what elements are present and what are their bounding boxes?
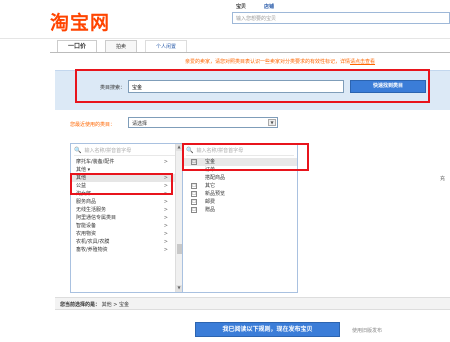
selected-category-bar: 您当前选择的是： 其他 > 宝金: [55, 297, 450, 310]
list-item[interactable]: ☐ 新品预览: [183, 190, 297, 198]
header-divider: [0, 38, 450, 39]
list-item[interactable]: 无线生活服务 >: [71, 206, 182, 214]
chevron-right-icon: >: [163, 207, 168, 213]
chevron-down-icon[interactable]: ▼: [268, 119, 276, 126]
recent-select-value: 请选择: [132, 121, 148, 127]
item-label: 阿里通信专属类目: [76, 215, 117, 221]
old-version-link[interactable]: 使用旧版发布: [352, 327, 382, 334]
selected-path-label: 您当前选择的是：: [60, 302, 101, 308]
scroll-down-icon[interactable]: ▼: [176, 285, 182, 292]
selected-path-value: 其他 > 宝金: [101, 302, 129, 308]
level1-search[interactable]: 🔍 输入名称/拼音首字母: [74, 146, 179, 156]
taobao-logo[interactable]: 淘宝网: [50, 8, 110, 35]
list-item[interactable]: 搭配商品: [183, 174, 297, 182]
chevron-right-icon: >: [163, 215, 168, 221]
tab-auction[interactable]: 拍卖: [105, 40, 138, 52]
list-item[interactable]: 智能设备 >: [71, 222, 182, 230]
search-tab-shops[interactable]: 店铺: [260, 3, 278, 10]
notice-link[interactable]: 请点击查看: [350, 59, 375, 65]
item-label: 智能设备: [76, 223, 97, 229]
search-type-tabs: 宝贝 店铺: [232, 3, 278, 10]
leaf-category-icon: ☐: [191, 183, 197, 189]
scroll-thumb[interactable]: [177, 244, 182, 254]
notice-text: 亲爱的卖家，请您对照类目表认识一些卖家对分类要求的有效性标记，详情: [185, 59, 351, 65]
list-item[interactable]: ☐ 邮费: [183, 198, 297, 206]
category-search-label: 类目搜索：: [100, 85, 126, 91]
level1-highlight-box: [70, 173, 173, 195]
list-item[interactable]: 摩托车/装备/配件 >: [71, 158, 182, 166]
tab-fixed-price[interactable]: 一口价: [57, 40, 98, 52]
chevron-right-icon: >: [163, 231, 168, 237]
list-item[interactable]: 畜牧/养殖物资 >: [71, 246, 182, 254]
chevron-right-icon: >: [163, 199, 168, 205]
list-item[interactable]: 农机/农具/农膜 >: [71, 238, 182, 246]
search-icon: 🔍: [74, 147, 82, 154]
leaf-category-icon: ☐: [191, 191, 197, 197]
item-label: 搭配商品: [205, 175, 226, 181]
recent-categories-label: 您最近使用的类目：: [70, 122, 116, 128]
seller-notice: 亲爱的卖家，请您对照类目表认识一些卖家对分类要求的有效性标记，详情请点击查看: [185, 58, 375, 65]
find-category-button[interactable]: 快速找到类目: [350, 80, 426, 93]
listing-type-tabs: 一口价 拍卖 个人闲置: [57, 40, 188, 52]
tab-personal-idle[interactable]: 个人闲置: [145, 40, 188, 52]
tabs-underline: [50, 52, 450, 53]
list-item[interactable]: 农用物资 >: [71, 230, 182, 238]
list-item[interactable]: ☐ 其它: [183, 182, 297, 190]
search-tab-items[interactable]: 宝贝: [232, 3, 250, 10]
item-label: 赠品: [205, 207, 216, 213]
item-label: 服务商品: [76, 199, 97, 205]
category-column-level1: 🔍 输入名称/拼音首字母 摩托车/装备/配件 > 其他 ▾ 其他 > 公益 > 淘女郎…: [70, 143, 183, 293]
item-label: 其它: [205, 183, 216, 189]
item-label: 农用物资: [76, 231, 97, 237]
item-label: 摩托车/装备/配件: [76, 159, 115, 165]
list-item[interactable]: 阿里通信专属类目 >: [71, 214, 182, 222]
leaf-category-icon: ☐: [191, 207, 197, 213]
chevron-right-icon: >: [163, 159, 168, 165]
chevron-right-icon: >: [163, 223, 168, 229]
chevron-right-icon: >: [163, 247, 168, 253]
right-edge-text: 充: [440, 176, 446, 182]
chevron-right-icon: >: [163, 239, 168, 245]
top-search-input[interactable]: 输入您想要的宝贝: [232, 12, 450, 24]
item-label: 新品预览: [205, 191, 226, 197]
category-search-input[interactable]: 宝金: [128, 80, 344, 93]
publish-button[interactable]: 我已阅读以下规则，现在发布宝贝: [195, 322, 340, 337]
item-label: 邮费: [205, 199, 216, 205]
leaf-category-icon: ☐: [191, 199, 197, 205]
item-label: 无线生活服务: [76, 207, 107, 213]
list-item[interactable]: ☐ 赠品: [183, 206, 297, 214]
level2-highlight-box: [182, 143, 309, 171]
list-item[interactable]: 服务商品 >: [71, 198, 182, 206]
level1-search-placeholder: 输入名称/拼音首字母: [84, 148, 132, 154]
level1-scrollbar[interactable]: ▲ ▼: [175, 144, 182, 292]
item-label: 农机/农具/农膜: [76, 239, 110, 245]
item-label: 畜牧/养殖物资: [76, 247, 108, 253]
recent-categories-select[interactable]: 请选择 ▼: [128, 117, 278, 128]
